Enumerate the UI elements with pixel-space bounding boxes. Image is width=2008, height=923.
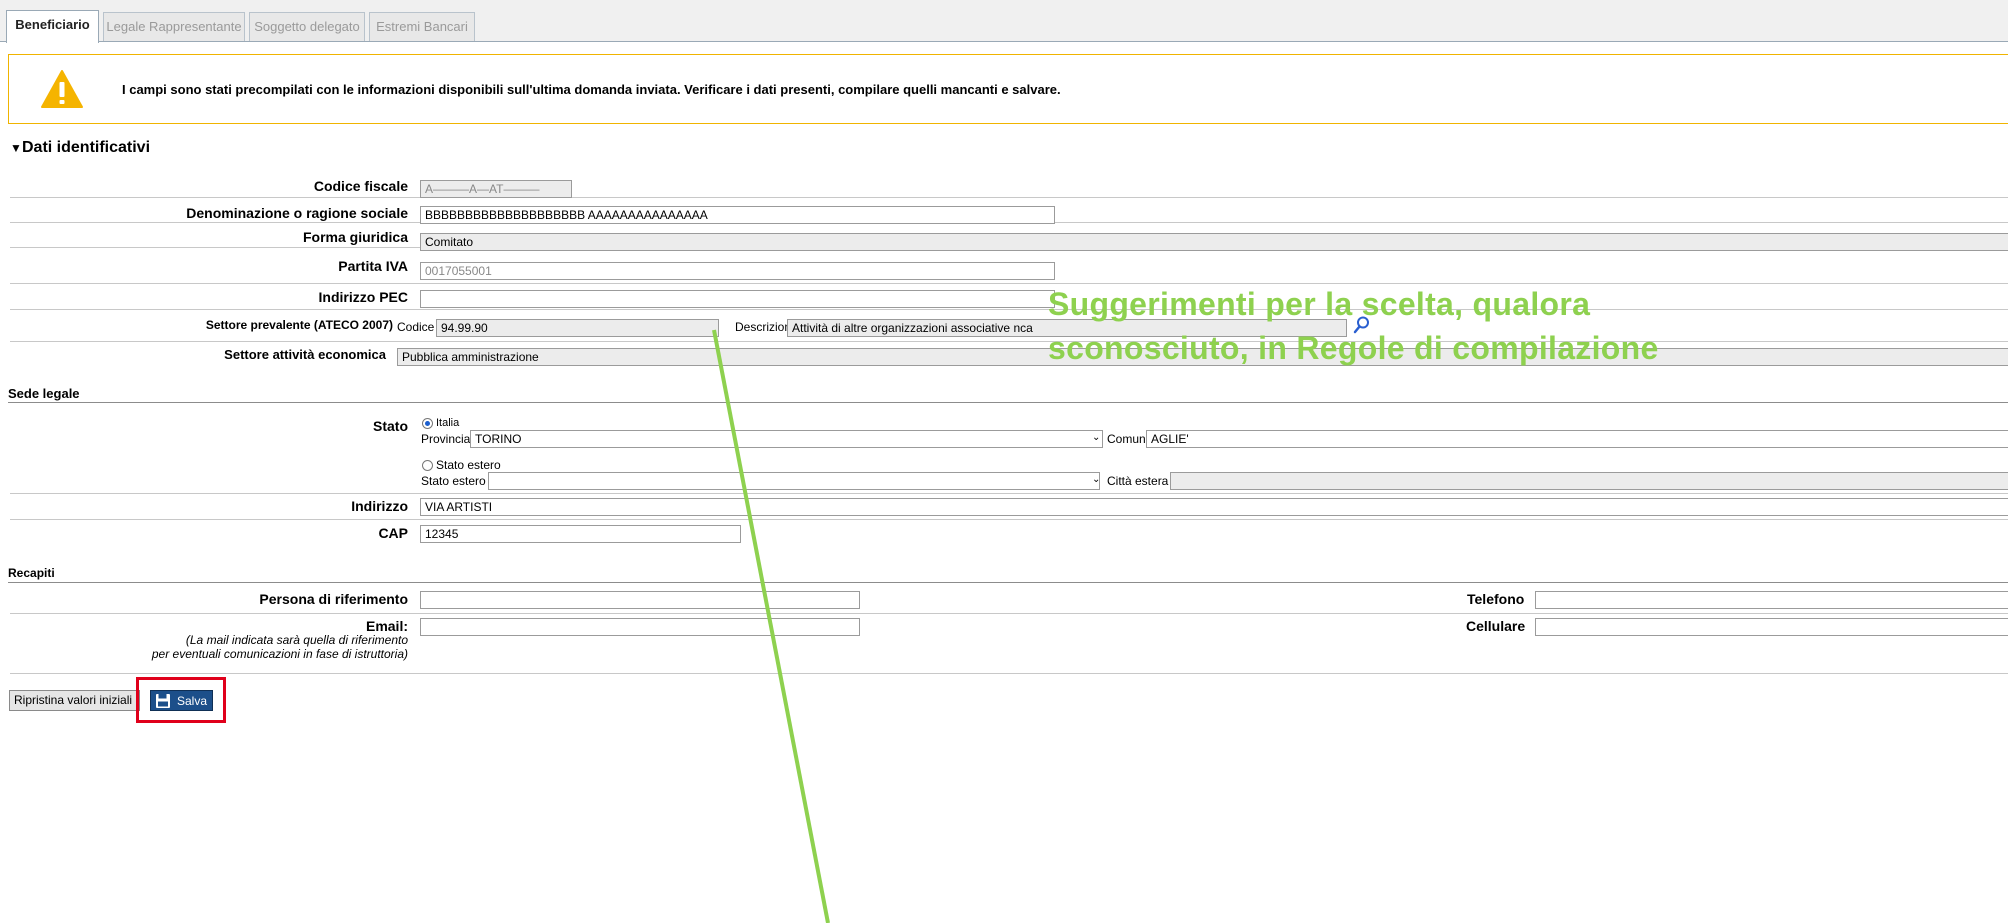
cellulare-field[interactable] [1535, 618, 2008, 636]
label-cap: CAP [378, 525, 408, 541]
provincia-select[interactable]: TORINO [470, 430, 1103, 448]
label-italia: Italia [436, 417, 460, 429]
telefono-field[interactable] [1535, 591, 2008, 609]
chevron-down-icon[interactable]: ⌄ [1092, 474, 1100, 485]
label-stato: Stato [373, 418, 408, 434]
label-citta-estera: Città estera [1107, 474, 1169, 488]
tab-soggetto-delegato[interactable]: Soggetto delegato [249, 12, 365, 41]
pec-field[interactable] [420, 290, 1055, 308]
section-title-sede-legale: Sede legale [8, 386, 80, 401]
email-field[interactable] [420, 618, 860, 636]
label-indirizzo: Indirizzo [351, 498, 408, 514]
section-divider [8, 402, 2008, 403]
label-settore-attivita: Settore attività economica [224, 347, 386, 362]
annotation-arrow [712, 329, 830, 923]
row-divider [10, 197, 2008, 198]
annotation-text-line2: sconosciuto, in Regole di compilazione [1048, 330, 1659, 366]
section-divider [8, 582, 2008, 583]
radio-stato-estero[interactable] [422, 460, 433, 471]
label-indirizzo-pec: Indirizzo PEC [318, 289, 408, 305]
row-divider [10, 519, 2008, 520]
section-title-recapiti: Recapiti [8, 566, 55, 580]
tab-beneficiario[interactable]: Beneficiario [6, 10, 99, 43]
label-forma-giuridica: Forma giuridica [302, 229, 408, 245]
row-divider [10, 283, 2008, 284]
warning-icon [41, 70, 83, 108]
row-divider [10, 309, 2008, 310]
stato-estero-select[interactable] [488, 472, 1100, 490]
label-denominazione: Denominazione o ragione sociale [186, 205, 408, 221]
citta-estera-field[interactable] [1170, 472, 2008, 490]
cap-field[interactable]: 12345 [420, 525, 741, 543]
label-telefono: Telefono [1467, 591, 1525, 607]
row-divider [10, 673, 2008, 674]
label-partita-iva: Partita IVA [338, 258, 408, 274]
label-persona-riferimento: Persona di riferimento [259, 591, 408, 607]
indirizzo-field[interactable]: VIA ARTISTI [420, 498, 2008, 516]
partita-iva-field[interactable]: 0017055001 [420, 262, 1055, 280]
alert-message: I campi sono stati precompilati con le i… [122, 82, 1061, 97]
denominazione-field[interactable]: BBBBBBBBBBBBBBBBBBBB AAAAAAAAAAAAAAA [420, 206, 1055, 224]
tab-legale-rappresentante[interactable]: Legale Rappresentante [103, 12, 245, 41]
label-stato-estero: Stato estero [421, 474, 486, 488]
codice-ateco-field[interactable]: 94.99.90 [436, 319, 719, 337]
label-email: Email: [365, 618, 408, 634]
annotation-text-line1: Suggerimenti per la scelta, qualora [1048, 286, 1591, 322]
codice-fiscale-field[interactable]: A———A—AT——— [420, 180, 572, 198]
chevron-down-icon[interactable]: ⌄ [1092, 432, 1100, 443]
label-codice: Codice [397, 320, 435, 334]
collapse-triangle-icon[interactable]: ▼ [10, 141, 22, 155]
floppy-disk-icon [156, 694, 170, 708]
label-stato-estero-radio: Stato estero [436, 458, 501, 472]
tab-estremi-bancari[interactable]: Estremi Bancari [369, 12, 475, 41]
email-note-line1: (La mail indicata sarà quella di riferim… [185, 633, 408, 647]
label-cellulare: Cellulare [1466, 618, 1526, 634]
row-divider [10, 341, 2008, 342]
section-title-dati: Dati identificativi [22, 139, 151, 156]
tab-bar-divider [0, 41, 2008, 42]
radio-italia[interactable] [422, 418, 433, 429]
label-provincia: Provincia [421, 432, 471, 446]
save-button-label: Salva [177, 694, 208, 708]
row-divider [10, 493, 2008, 494]
email-note-line2: per eventuali comunicazioni in fase di i… [151, 647, 408, 661]
ripristina-button[interactable]: Ripristina valori iniziali [9, 690, 140, 711]
label-settore-prevalente: Settore prevalente (ATECO 2007) [205, 318, 393, 332]
label-codice-fiscale: Codice fiscale [313, 178, 408, 194]
comune-select[interactable]: AGLIE' [1146, 430, 2008, 448]
save-button[interactable]: Salva [150, 690, 213, 711]
persona-riferimento-field[interactable] [420, 591, 860, 609]
row-divider [10, 613, 2008, 614]
forma-giuridica-field[interactable]: Comitato [420, 233, 2008, 251]
